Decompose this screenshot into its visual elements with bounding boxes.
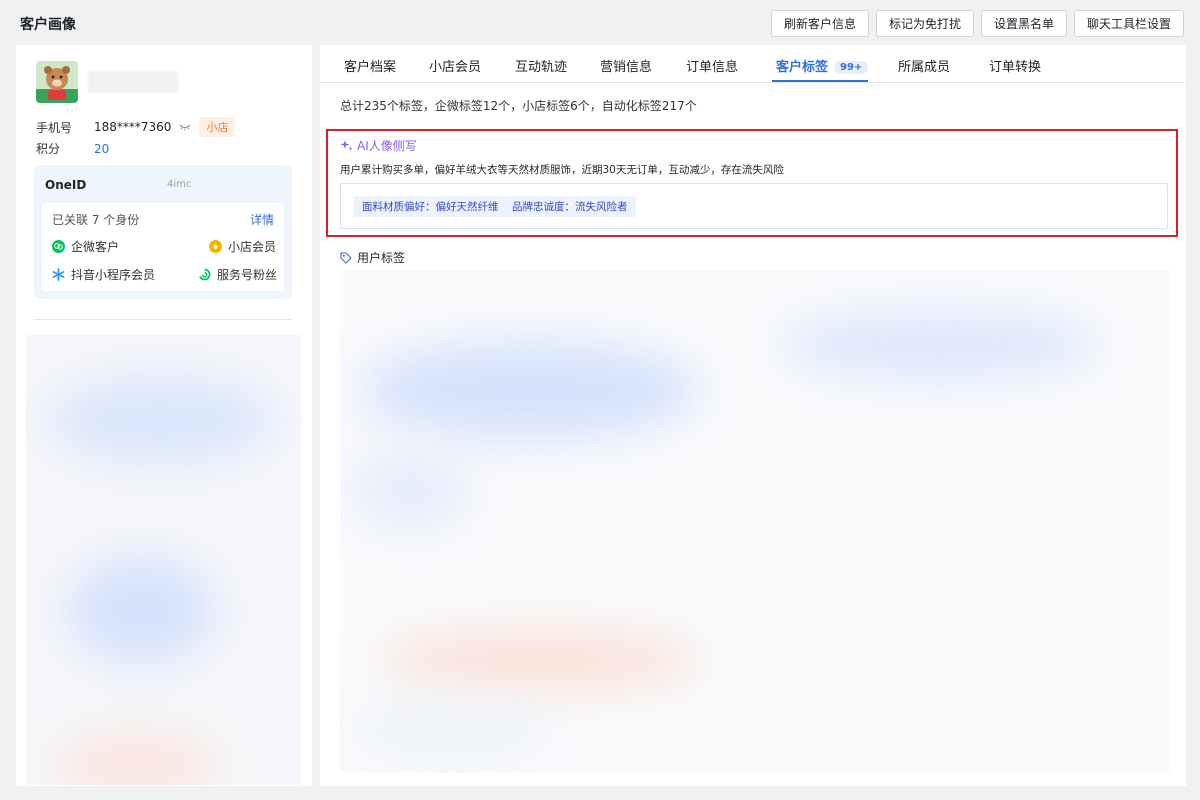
identity-label: 服务号粉丝 bbox=[217, 268, 278, 282]
tab-bar: 客户档案 小店会员 互动轨迹 营销信息 订单信息 客户标签 99+ 所属成员 订单… bbox=[320, 45, 1186, 83]
tab-customer-tags[interactable]: 客户标签 99+ bbox=[776, 56, 869, 75]
tab-shop-member[interactable]: 小店会员 bbox=[429, 56, 481, 75]
tag-summary: 总计235个标签，企微标签12个，小店标签6个，自动化标签217个 bbox=[340, 99, 697, 113]
points-row: 积分 20 bbox=[36, 140, 109, 157]
eye-closed-icon[interactable] bbox=[179, 123, 191, 131]
tag-count-badge: 99+ bbox=[834, 61, 869, 74]
customer-detail-panel: 客户档案 小店会员 互动轨迹 营销信息 订单信息 客户标签 99+ 所属成员 订单… bbox=[320, 45, 1186, 786]
user-tags-title: 用户标签 bbox=[357, 251, 406, 265]
tab-marketing-info[interactable]: 营销信息 bbox=[600, 56, 652, 75]
tag-icon bbox=[340, 251, 352, 264]
identity-wecom-customer: 企微客户 bbox=[52, 238, 119, 255]
blurred-left-content bbox=[26, 335, 302, 785]
chat-toolbar-settings-button[interactable]: 聊天工具栏设置 bbox=[1073, 10, 1184, 37]
identity-label: 企微客户 bbox=[71, 240, 120, 254]
user-tags-heading: 用户标签 bbox=[340, 249, 405, 266]
oneid-card: OneID 4imc 已关联 7 个身份 详情 企微客户 小店会员 抖音小程序会… bbox=[34, 165, 292, 299]
linked-identities-count: 已关联 7 个身份 bbox=[52, 213, 140, 227]
ai-tag: 面料材质偏好：偏好天然纤维 bbox=[354, 196, 507, 217]
set-blacklist-button[interactable]: 设置黑名单 bbox=[980, 10, 1067, 37]
top-action-bar: 刷新客户信息 标记为免打扰 设置黑名单 聊天工具栏设置 bbox=[770, 10, 1184, 37]
tab-customer-profile[interactable]: 客户档案 bbox=[344, 56, 396, 75]
tab-order-info[interactable]: 订单信息 bbox=[686, 56, 738, 75]
shop-badge: 小店 bbox=[199, 117, 236, 137]
phone-value: 188****7360 bbox=[94, 120, 172, 134]
shop-member-icon bbox=[209, 240, 222, 253]
customer-profile-panel: 手机号 188****7360 小店 积分 20 OneID 4imc 已关联 … bbox=[16, 45, 312, 786]
sparkle-icon bbox=[340, 140, 353, 151]
identities-detail-link[interactable]: 详情 bbox=[250, 211, 274, 228]
phone-row: 手机号 188****7360 小店 bbox=[36, 117, 236, 137]
douyin-miniapp-icon bbox=[52, 268, 65, 281]
identity-label: 抖音小程序会员 bbox=[71, 268, 156, 282]
mark-do-not-disturb-button[interactable]: 标记为免打扰 bbox=[875, 10, 974, 37]
wecom-icon bbox=[52, 240, 65, 253]
points-value[interactable]: 20 bbox=[94, 142, 109, 156]
identity-label: 小店会员 bbox=[228, 240, 277, 254]
avatar bbox=[36, 61, 78, 103]
ai-portrait-tags: 面料材质偏好：偏好天然纤维 品牌忠诚度：流失风险者 bbox=[340, 183, 1168, 229]
identity-shop-member: 小店会员 bbox=[209, 238, 276, 255]
divider bbox=[34, 319, 292, 320]
customer-name-redacted bbox=[88, 71, 178, 93]
oneid-code: 4imc bbox=[167, 179, 192, 190]
identity-douyin-miniapp-member: 抖音小程序会员 bbox=[52, 266, 155, 283]
refresh-customer-button[interactable]: 刷新客户信息 bbox=[770, 10, 869, 37]
identity-service-account-fan: 服务号粉丝 bbox=[198, 266, 277, 283]
oneid-title: OneID bbox=[45, 178, 87, 192]
service-account-icon bbox=[199, 268, 211, 281]
active-tab-indicator bbox=[772, 80, 868, 82]
page-title: 客户画像 bbox=[20, 17, 76, 33]
ai-portrait-title: AI人像侧写 bbox=[357, 139, 417, 153]
ai-portrait-title-row: AI人像侧写 bbox=[340, 137, 417, 154]
points-label: 积分 bbox=[36, 142, 61, 156]
ai-portrait-section: AI人像侧写 用户累计购买多单，偏好羊绒大衣等天然材质服饰，近期30天无订单，互… bbox=[326, 129, 1178, 237]
tab-interaction-trail[interactable]: 互动轨迹 bbox=[515, 56, 567, 75]
tab-order-conversion[interactable]: 订单转换 bbox=[989, 56, 1041, 75]
phone-label: 手机号 bbox=[36, 120, 73, 135]
tab-belonging-members[interactable]: 所属成员 bbox=[898, 56, 950, 75]
ai-portrait-description: 用户累计购买多单，偏好羊绒大衣等天然材质服饰，近期30天无订单，互动减少，存在流… bbox=[340, 164, 784, 176]
blurred-user-tags bbox=[340, 270, 1170, 773]
ai-tag: 品牌忠诚度：流失风险者 bbox=[504, 196, 636, 217]
tab-customer-tags-label: 客户标签 bbox=[776, 60, 829, 75]
linked-identities-box: 已关联 7 个身份 详情 企微客户 小店会员 抖音小程序会员 服务号粉丝 bbox=[42, 203, 284, 291]
